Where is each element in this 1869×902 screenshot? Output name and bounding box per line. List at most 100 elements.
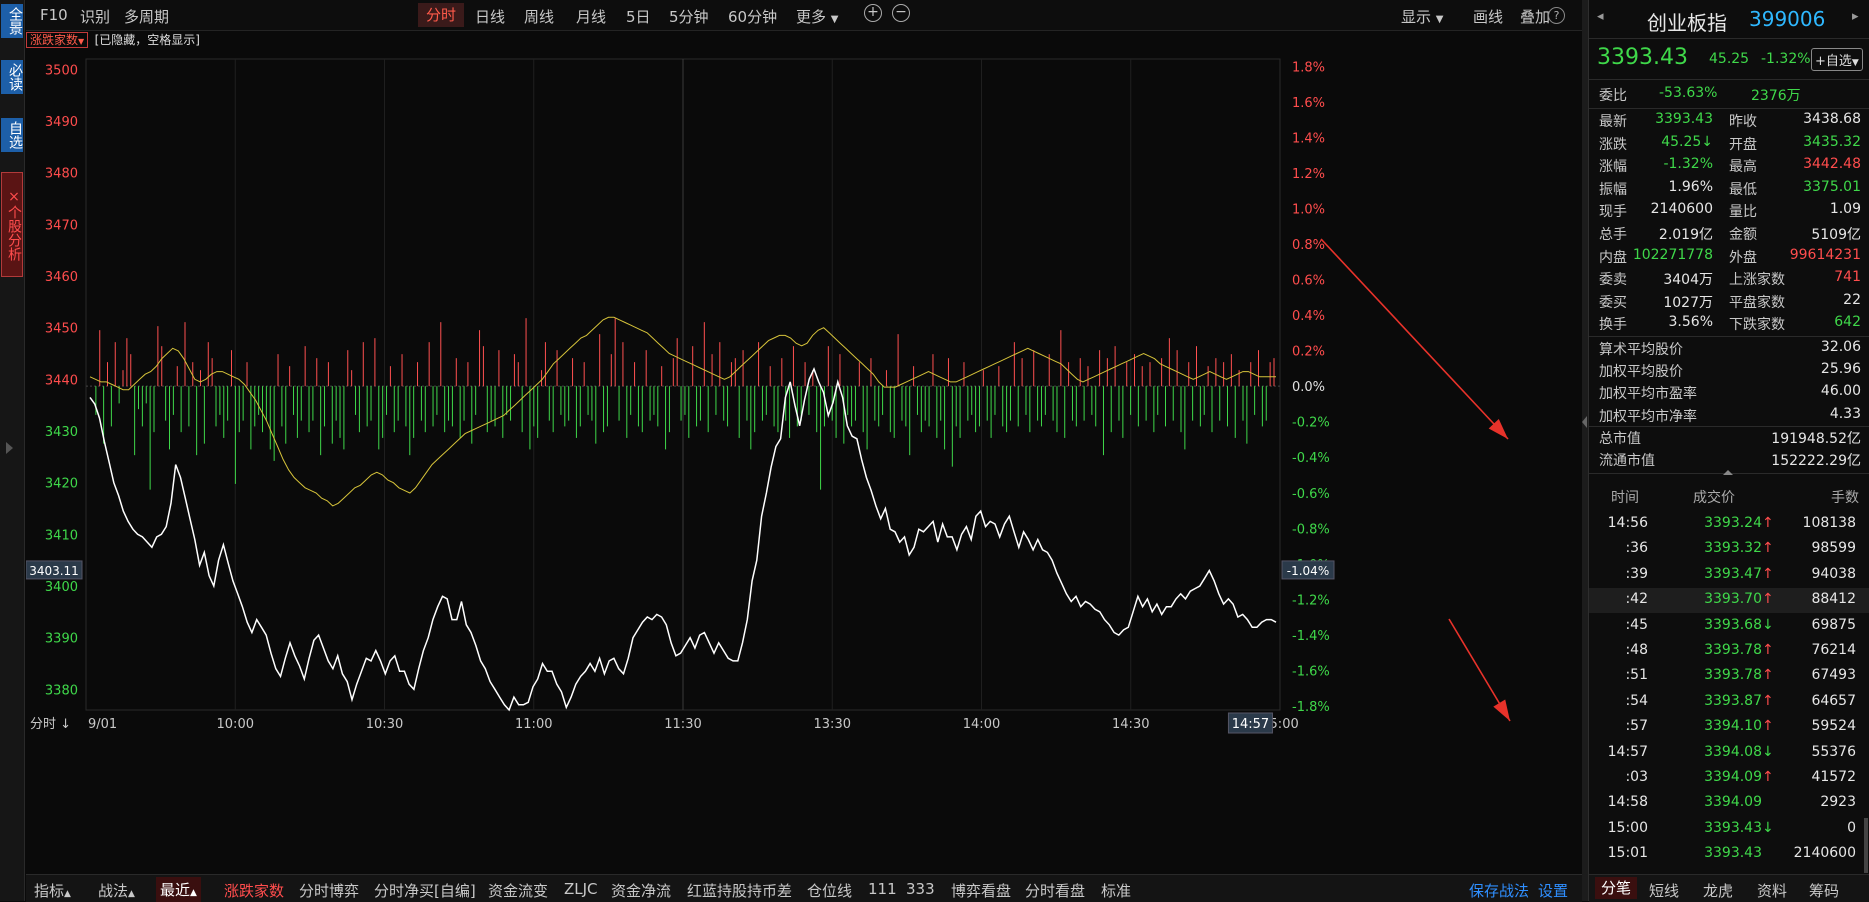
tick-time: :48 [1625, 642, 1648, 658]
up-arrow-icon: ↑ [1762, 591, 1774, 608]
tick-row[interactable]: :57 3394.10 ↑ 59524 [1589, 715, 1869, 740]
indicator-item[interactable]: 博弈看盘 [951, 880, 1011, 901]
indicator-item[interactable]: 资金净流 [611, 880, 671, 901]
tick-row[interactable]: :54 3393.87 ↑ 64657 [1589, 690, 1869, 715]
indicator-advance-decline[interactable]: 涨跌家数 [224, 880, 284, 901]
tick-row[interactable]: :48 3393.78 ↑ 76214 [1589, 639, 1869, 664]
tick-row[interactable]: 14:57 3394.08 ↓ 55376 [1589, 741, 1869, 766]
help-icon[interactable]: ? [1548, 7, 1565, 24]
tab-tick-0[interactable]: 分笔 [1595, 877, 1638, 899]
tick-scrollbar[interactable] [1864, 818, 1868, 873]
tick-row[interactable]: :42 3393.70 ↑ 88412 [1589, 588, 1869, 614]
y-tick-label: 3440 [45, 373, 78, 388]
settings-button[interactable]: 设置 [1538, 880, 1568, 901]
tick-volume: 69875 [1811, 616, 1856, 633]
quote-value: 3.56% [1668, 314, 1713, 331]
indicator-item[interactable]: ZLJC [564, 880, 598, 898]
stat-label: 算术平均股价 [1599, 342, 1683, 358]
tick-volume: 2923 [1820, 794, 1856, 811]
y-tick-label: 3460 [45, 270, 78, 285]
save-strategy-button[interactable]: 保存战法 [1469, 880, 1529, 901]
quote-value: 642 [1834, 314, 1861, 331]
quote-value: 99614231 [1789, 246, 1861, 263]
display-dropdown[interactable]: 显示 ▼ [1401, 6, 1444, 27]
tick-row[interactable]: :39 3393.47 ↑ 94038 [1589, 563, 1869, 588]
expand-up-icon[interactable] [1723, 470, 1733, 475]
indicator-menu[interactable]: 指标▲ [34, 880, 71, 901]
indicator-item[interactable]: 分时博弈 [299, 880, 359, 901]
indicator-item[interactable]: 分时净买[自编] [374, 880, 476, 901]
tab-tick-4[interactable]: 筹码 [1809, 880, 1839, 901]
tab-overview[interactable]: 全景 [1, 4, 23, 38]
indicator-item[interactable]: 仓位线 [807, 880, 852, 901]
chevron-up-icon: ▲ [128, 889, 135, 899]
y-right-tick-label: 0.6% [1292, 274, 1325, 289]
chevron-down-icon: ▼ [1851, 58, 1859, 68]
y-tick-label: 3430 [45, 425, 78, 440]
tab-daily[interactable]: 日线 [475, 6, 505, 27]
indicator-item[interactable]: 红蓝持股持币差 [687, 880, 792, 901]
tick-row[interactable]: :51 3393.78 ↑ 67493 [1589, 664, 1869, 689]
y-right-tick-label: 1.6% [1292, 96, 1325, 111]
tab-monthly[interactable]: 月线 [576, 6, 606, 27]
tick-row[interactable]: :03 3394.09 ↑ 41572 [1589, 766, 1869, 791]
tick-row[interactable]: :36 3393.32 ↑ 98599 [1589, 537, 1869, 562]
time-axis-label: 分时 ↓ [30, 717, 71, 732]
tab-5day[interactable]: 5日 [626, 6, 651, 27]
collapse-arrow-icon[interactable] [1582, 416, 1587, 428]
tick-row[interactable]: 14:58 3394.09 2923 [1589, 791, 1869, 816]
indicator-item[interactable]: 111 [868, 880, 897, 898]
f10-button[interactable]: F10 [40, 6, 68, 24]
stat-row: 总市值 191948.52亿 [1599, 428, 1861, 450]
tick-time: 15:00 [1607, 819, 1648, 836]
tab-must-read[interactable]: 必读 [1, 60, 23, 94]
tab-5min[interactable]: 5分钟 [669, 6, 709, 27]
more-dropdown[interactable]: 更多 ▼ [796, 6, 839, 27]
indicator-item[interactable]: 分时看盘 [1025, 880, 1085, 901]
close-icon[interactable]: × [6, 189, 22, 205]
indicator-item[interactable]: 标准 [1101, 880, 1131, 901]
up-arrow-icon: ↑ [1762, 769, 1774, 785]
zoom-in-icon[interactable]: + [864, 4, 882, 22]
indicator-label: 指标 [34, 882, 65, 900]
up-arrow-icon: ↑ [1762, 515, 1774, 531]
tab-weekly[interactable]: 周线 [524, 6, 554, 27]
strategy-menu[interactable]: 战法▲ [98, 880, 135, 901]
add-watchlist-label: +自选 [1815, 54, 1852, 69]
tab-tick-3[interactable]: 资料 [1757, 880, 1787, 901]
expand-arrow-icon[interactable] [6, 442, 13, 454]
indicator-item[interactable]: 资金流变 [488, 880, 548, 901]
quote-label: 金额 [1729, 227, 1757, 243]
add-watchlist-button[interactable]: +自选▼ [1811, 48, 1863, 71]
tab-60min[interactable]: 60分钟 [728, 6, 777, 27]
arrow-top-shaft [1320, 238, 1509, 440]
tick-row[interactable]: 15:00 3393.43 ↓ 0 [1589, 817, 1869, 842]
multi-period-button[interactable]: 多周期 [124, 6, 169, 27]
identify-button[interactable]: 识别 [80, 6, 110, 27]
tab-tick-1[interactable]: 短线 [1649, 880, 1679, 901]
intraday-chart[interactable]: 3500 3490 3480 3470 3460 3450 3440 3430 3420 3410… [26, 54, 1580, 854]
recent-menu[interactable]: 最近▲ [156, 877, 201, 902]
next-stock-arrow-icon[interactable]: ▸ [1852, 9, 1859, 24]
indicator-item[interactable]: 333 [906, 880, 935, 898]
y-tick-label: 3380 [45, 683, 78, 698]
advance-decline-badge[interactable]: 涨跌家数▼ [26, 32, 89, 48]
quote-label: 外盘 [1729, 249, 1757, 266]
stat-value: 32.06 [1820, 339, 1861, 355]
tab-stock-analysis[interactable]: ×个股分析 [1, 172, 23, 277]
tab-tick-2[interactable]: 龙虎 [1703, 880, 1733, 901]
tick-row[interactable]: :45 3393.68 ↓ 69875 [1589, 614, 1869, 639]
draw-line-button[interactable]: 画线 [1473, 6, 1503, 27]
tick-time: :57 [1625, 718, 1648, 735]
overlay-button[interactable]: 叠加 [1520, 6, 1550, 27]
quote-row: 内盘 102271778 外盘 99614231 [1599, 247, 1861, 269]
more-label: 更多 [796, 8, 827, 26]
zoom-out-icon[interactable]: − [892, 4, 910, 22]
tick-row[interactable]: 14:56 3393.24 ↑ 108138 [1589, 512, 1869, 537]
tick-row[interactable]: 15:01 3393.43 2140600 [1589, 842, 1869, 867]
change-percent: -1.32% [1761, 51, 1811, 67]
tab-intraday[interactable]: 分时 [418, 3, 465, 27]
tab-watchlist[interactable]: 自选 [1, 118, 23, 152]
prev-stock-arrow-icon[interactable]: ◂ [1597, 9, 1604, 24]
tick-price: 3393.68 [1704, 616, 1762, 633]
